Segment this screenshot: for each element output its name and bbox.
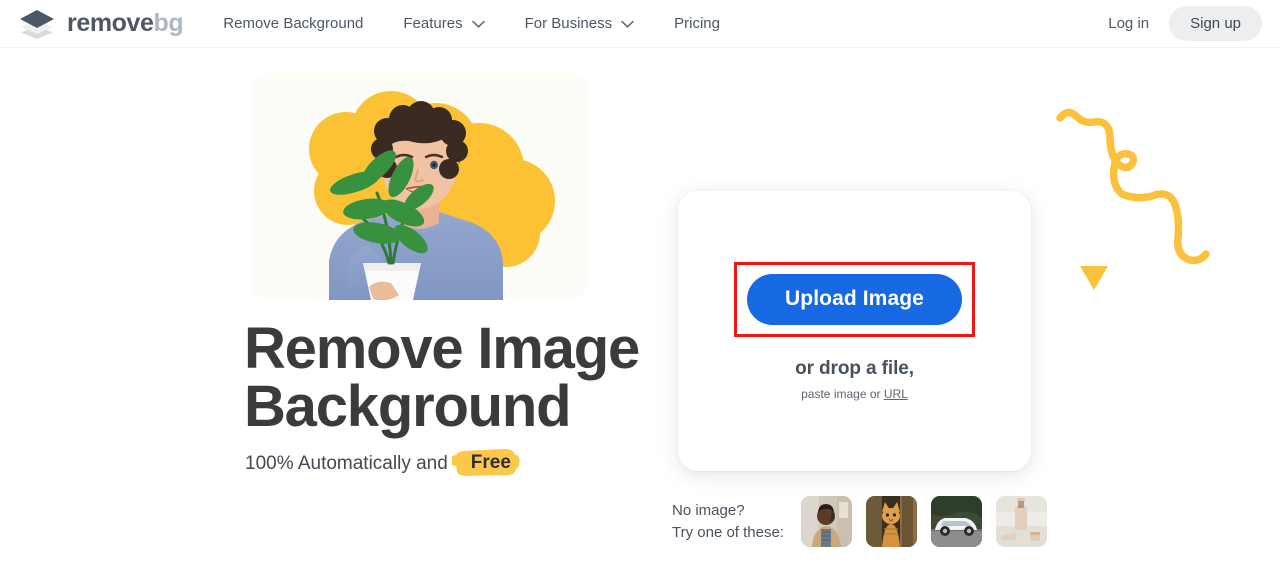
page-title-line1: Remove Image: [244, 316, 640, 381]
sample-thumbnails: [801, 496, 1048, 547]
logo-wordmark: removebg: [67, 9, 184, 37]
sample-images-section: No image? Try one of these:: [672, 496, 1048, 547]
drop-file-text: or drop a file,: [795, 357, 914, 379]
paste-url-link[interactable]: URL: [884, 387, 908, 401]
sample-cat-image: [866, 496, 918, 547]
signup-button[interactable]: Sign up: [1169, 6, 1262, 41]
main-navigation: Remove Background Features For Business …: [223, 9, 720, 38]
sample-thumbnail-cat[interactable]: [866, 496, 918, 547]
hero-subtitle: 100% Automatically and Free: [245, 449, 524, 478]
logo-text-main: remove: [67, 9, 154, 37]
sample-label-line2: Try one of these:: [672, 523, 785, 541]
upload-card[interactable]: Upload Image or drop a file, paste image…: [678, 191, 1031, 471]
nav-label: For Business: [524, 15, 613, 32]
logo-home-link[interactable]: removebg: [18, 9, 184, 39]
sample-images-label: No image? Try one of these:: [672, 500, 784, 543]
sample-label-line1: No image?: [672, 502, 745, 520]
hero-subtitle-text: 100% Automatically and: [245, 452, 448, 474]
free-badge-label: Free: [470, 452, 511, 473]
page-title-line2: Background: [244, 374, 572, 439]
hero-photo: [251, 73, 588, 300]
nav-item-for-business[interactable]: For Business: [525, 9, 635, 38]
upload-image-button[interactable]: Upload Image: [747, 273, 962, 325]
free-badge: Free: [451, 449, 524, 478]
nav-label: Features: [403, 15, 463, 32]
sample-person-image: [801, 496, 853, 547]
paste-hint: paste image or URL: [801, 387, 908, 401]
sample-car-image: [931, 496, 983, 547]
login-link[interactable]: Log in: [1104, 9, 1153, 38]
logo-text-suffix: bg: [153, 9, 184, 37]
sample-thumbnail-person[interactable]: [801, 496, 853, 547]
nav-label: Remove Background: [223, 15, 364, 32]
nav-item-features[interactable]: Features: [403, 9, 485, 38]
triangle-icon: [1080, 266, 1108, 290]
chevron-down-icon: [471, 20, 485, 28]
hero-photo-illustration: [251, 73, 588, 300]
sample-thumbnail-car[interactable]: [931, 496, 983, 547]
sample-thumbnail-product[interactable]: [996, 496, 1048, 547]
nav-item-pricing[interactable]: Pricing: [674, 9, 720, 38]
decorative-squiggle: [1056, 108, 1210, 290]
header-actions: Log in Sign up: [1104, 6, 1262, 41]
layers-icon: [20, 9, 54, 39]
paste-hint-prefix: paste image or: [801, 386, 881, 401]
upload-button-highlight: Upload Image: [734, 261, 975, 337]
page-title: Remove Image Background: [244, 320, 674, 436]
page-root: removebg Remove Background Features For …: [0, 0, 1280, 564]
nav-label: Pricing: [674, 15, 720, 32]
sample-product-image: [996, 496, 1048, 547]
site-header: removebg Remove Background Features For …: [0, 0, 1280, 48]
chevron-down-icon: [621, 20, 634, 28]
nav-item-remove-background[interactable]: Remove Background: [223, 9, 363, 38]
